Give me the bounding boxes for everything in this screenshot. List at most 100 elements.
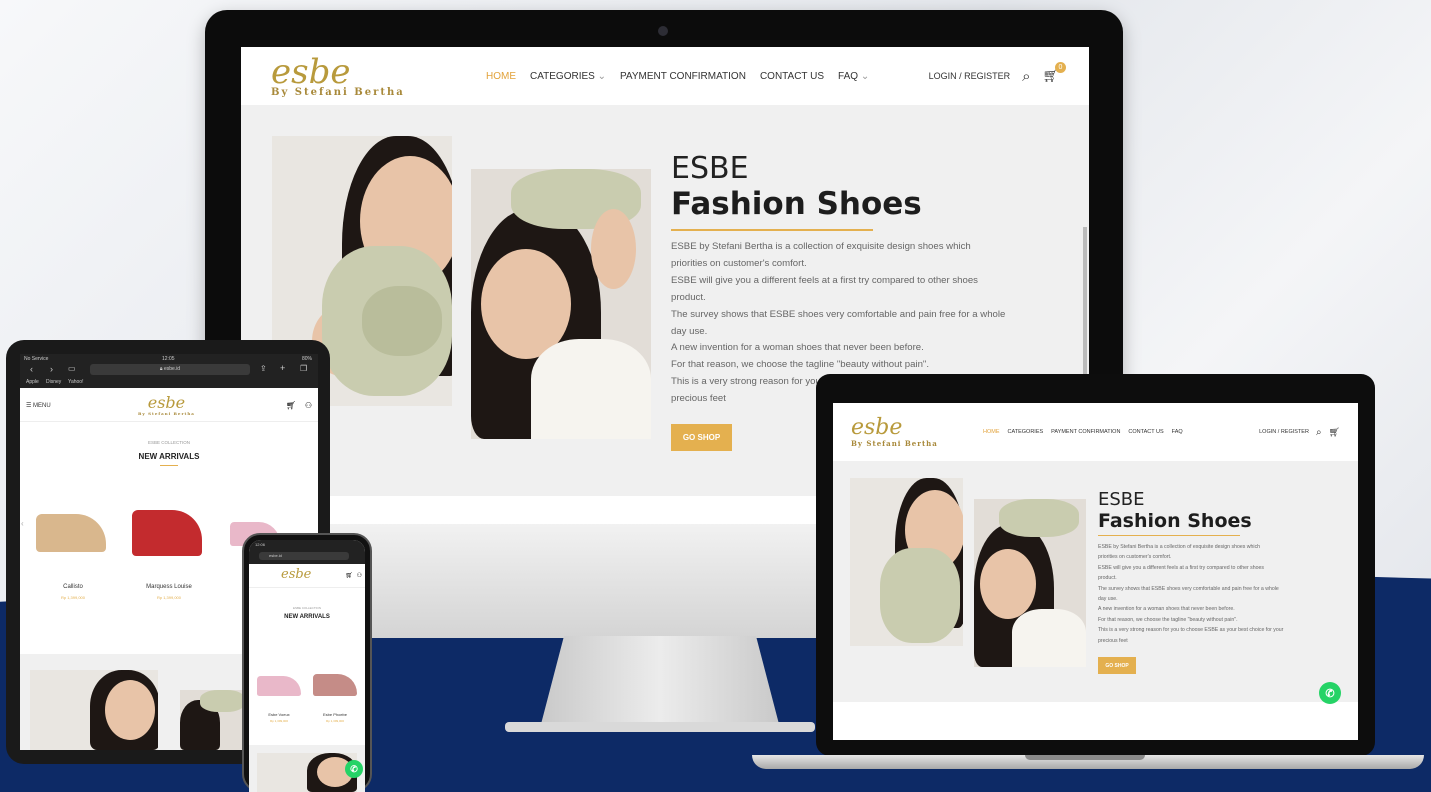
logo-script: esbe bbox=[851, 414, 903, 440]
user-icon[interactable]: ⚇ bbox=[357, 572, 362, 579]
logo[interactable]: esbe By Stefani Bertha bbox=[271, 55, 461, 98]
nav-faq[interactable]: FAQ bbox=[1172, 429, 1183, 435]
lock-icon: 🔒︎ bbox=[159, 366, 163, 372]
hero-photo-right bbox=[471, 169, 651, 439]
hero-line: A new invention for a woman shoes that n… bbox=[671, 342, 924, 354]
search-icon[interactable]: ⌕ bbox=[1316, 427, 1322, 438]
nav-contact-us[interactable]: CONTACT US bbox=[1128, 429, 1163, 435]
status-time: 12:05 bbox=[162, 356, 175, 362]
nav-categories[interactable]: CATEGORIES ⌄ bbox=[530, 71, 606, 82]
nav-faq-label: FAQ bbox=[838, 70, 859, 82]
nav-categories[interactable]: CATEGORIES bbox=[1008, 429, 1044, 435]
hero-line: A new invention for a woman shoes that n… bbox=[1098, 606, 1235, 613]
nav-categories-label: CATEGORIES bbox=[530, 70, 595, 82]
nav-home[interactable]: HOME bbox=[486, 71, 516, 82]
laptop-screen: esbe By Stefani Bertha HOME CATEGORIES P… bbox=[833, 403, 1358, 740]
product-name: Marquess Louise bbox=[146, 584, 192, 590]
bookmark-apple[interactable]: Apple bbox=[26, 379, 39, 385]
new-tab-icon[interactable]: + bbox=[280, 363, 285, 373]
whatsapp-icon[interactable]: ✆ bbox=[345, 760, 363, 778]
collection-kicker: ESBE COLLECTION bbox=[147, 440, 190, 445]
page-scrollbar[interactable] bbox=[1083, 227, 1087, 377]
tablet-browser-bar: No Service 12:05 80% ‹ › ▭ 🔒︎ esbe.id ⇪ … bbox=[20, 354, 318, 388]
main-nav: HOME CATEGORIES ⌄ PAYMENT CONFIRMATION C… bbox=[486, 71, 869, 82]
whatsapp-icon[interactable]: ✆ bbox=[1319, 682, 1341, 704]
hero-line: ESBE by Stefani Bertha is a collection o… bbox=[671, 241, 971, 252]
product-price: Rp 1,399,000 bbox=[60, 595, 86, 600]
product-card[interactable]: Marquess Louise Rp 1,399,000 bbox=[124, 504, 214, 604]
logo[interactable]: esbe bbox=[281, 568, 311, 581]
back-icon[interactable]: ‹ bbox=[30, 364, 33, 374]
hero-line: precious feet bbox=[1098, 637, 1128, 644]
phone-screen: 12:06 esbe.id esbe 🛒︎ ⚇ ESBE COLLECTION … bbox=[249, 540, 365, 792]
hero-line: For that reason, we choose the tagline "… bbox=[671, 359, 930, 371]
nav-home[interactable]: HOME bbox=[983, 429, 1000, 435]
nav-payment-confirmation[interactable]: PAYMENT CONFIRMATION bbox=[620, 71, 746, 82]
hero-line: day use. bbox=[671, 325, 708, 337]
hero-line: priorities on customer's comfort. bbox=[1098, 554, 1172, 561]
hero-line: day use. bbox=[1098, 596, 1118, 603]
cart-icon[interactable]: 🛒︎ 0 bbox=[1042, 62, 1066, 84]
tablet-header: ☰ MENU esbe By Stefani Bertha 🛒︎ ⚇ bbox=[20, 392, 318, 422]
hero-line: priorities on customer's comfort. bbox=[671, 257, 807, 269]
product-card[interactable]: Esbe Voeux Rp 1,399,000 bbox=[253, 668, 305, 730]
collection-kicker: ESBE COLLECTION bbox=[292, 606, 321, 610]
forward-icon[interactable]: › bbox=[50, 364, 53, 374]
logo-script: esbe bbox=[271, 51, 351, 92]
go-shop-button[interactable]: GO SHOP bbox=[1098, 657, 1136, 674]
hero-line: The survey shows that ESBE shoes very co… bbox=[671, 308, 1006, 320]
share-icon[interactable]: ⇪ bbox=[260, 364, 267, 373]
hero-divider bbox=[1098, 535, 1240, 536]
login-register-link[interactable]: LOGIN / REGISTER bbox=[929, 71, 1011, 81]
monitor-camera bbox=[658, 26, 668, 36]
hero-title: ESBE bbox=[1098, 489, 1145, 510]
hero-subtitle: Fashion Shoes bbox=[671, 186, 922, 222]
logo-tagline: By Stefani Bertha bbox=[851, 438, 938, 448]
menu-button[interactable]: ☰ MENU bbox=[26, 402, 51, 409]
menu-label: MENU bbox=[33, 403, 51, 409]
hero-photo-left bbox=[30, 670, 158, 750]
carousel-prev-icon[interactable]: ‹ bbox=[21, 519, 24, 528]
hero-photo bbox=[257, 753, 357, 792]
nav-payment-confirmation[interactable]: PAYMENT CONFIRMATION bbox=[1051, 429, 1120, 435]
cart-icon[interactable]: 🛒︎ bbox=[345, 572, 353, 579]
url-bar[interactable]: 🔒︎ esbe.id bbox=[90, 364, 250, 375]
logo[interactable]: esbe By Stefani Bertha bbox=[138, 395, 195, 417]
bookmarks-icon[interactable]: ▭ bbox=[68, 364, 76, 373]
hero-photo-right bbox=[180, 690, 250, 750]
product-card[interactable]: Esbe Phoebe Rp 1,399,000 bbox=[309, 668, 361, 730]
cart-icon[interactable]: 🛒︎ bbox=[1329, 427, 1340, 438]
product-image bbox=[257, 676, 301, 696]
product-name: Esbe Voeux bbox=[268, 712, 290, 717]
hero-description: ESBE by Stefani Bertha is a collection o… bbox=[1098, 542, 1323, 646]
login-register-link[interactable]: LOGIN / REGISTER bbox=[1259, 429, 1309, 435]
user-icon[interactable]: ⚇ bbox=[305, 401, 312, 410]
product-name: Callisto bbox=[63, 584, 83, 590]
product-card[interactable]: Callisto Rp 1,399,000 bbox=[28, 504, 118, 604]
nav-faq[interactable]: FAQ ⌄ bbox=[838, 71, 869, 82]
cart-count-badge: 0 bbox=[1055, 62, 1066, 73]
status-carrier: No Service bbox=[24, 356, 49, 362]
laptop-header: esbe By Stefani Bertha HOME CATEGORIES P… bbox=[833, 403, 1358, 461]
cart-icon[interactable]: 🛒︎ bbox=[286, 401, 296, 410]
search-icon[interactable]: ⌕ bbox=[1022, 68, 1030, 85]
url-bar[interactable]: esbe.id bbox=[259, 552, 349, 560]
go-shop-button[interactable]: GO SHOP bbox=[671, 424, 732, 451]
bookmark-yahoo[interactable]: Yahoo! bbox=[68, 379, 83, 385]
phone-header: esbe 🛒︎ ⚇ bbox=[249, 566, 365, 588]
phone-browser-bar: 12:06 esbe.id bbox=[249, 540, 365, 564]
hero-line: product. bbox=[1098, 575, 1117, 582]
tabs-icon[interactable]: ❐ bbox=[300, 364, 307, 373]
header-actions: LOGIN / REGISTER ⌕ 🛒︎ 0 bbox=[929, 62, 1066, 85]
hero-line: The survey shows that ESBE shoes very co… bbox=[1098, 585, 1279, 592]
nav-contact-us[interactable]: CONTACT US bbox=[760, 71, 824, 82]
bookmark-disney[interactable]: Disney bbox=[46, 379, 61, 385]
product-price: Rp 1,399,000 bbox=[156, 595, 182, 600]
chevron-down-icon: ⌄ bbox=[860, 70, 870, 82]
hero-divider bbox=[671, 229, 873, 231]
new-arrivals-heading: NEW ARRIVALS bbox=[284, 614, 330, 620]
hero-line: ESBE will give you a different feels at … bbox=[1098, 564, 1264, 571]
product-name: Esbe Phoebe bbox=[322, 712, 348, 717]
logo[interactable]: esbe By Stefani Bertha bbox=[851, 414, 971, 448]
status-battery: 80% bbox=[301, 356, 312, 362]
